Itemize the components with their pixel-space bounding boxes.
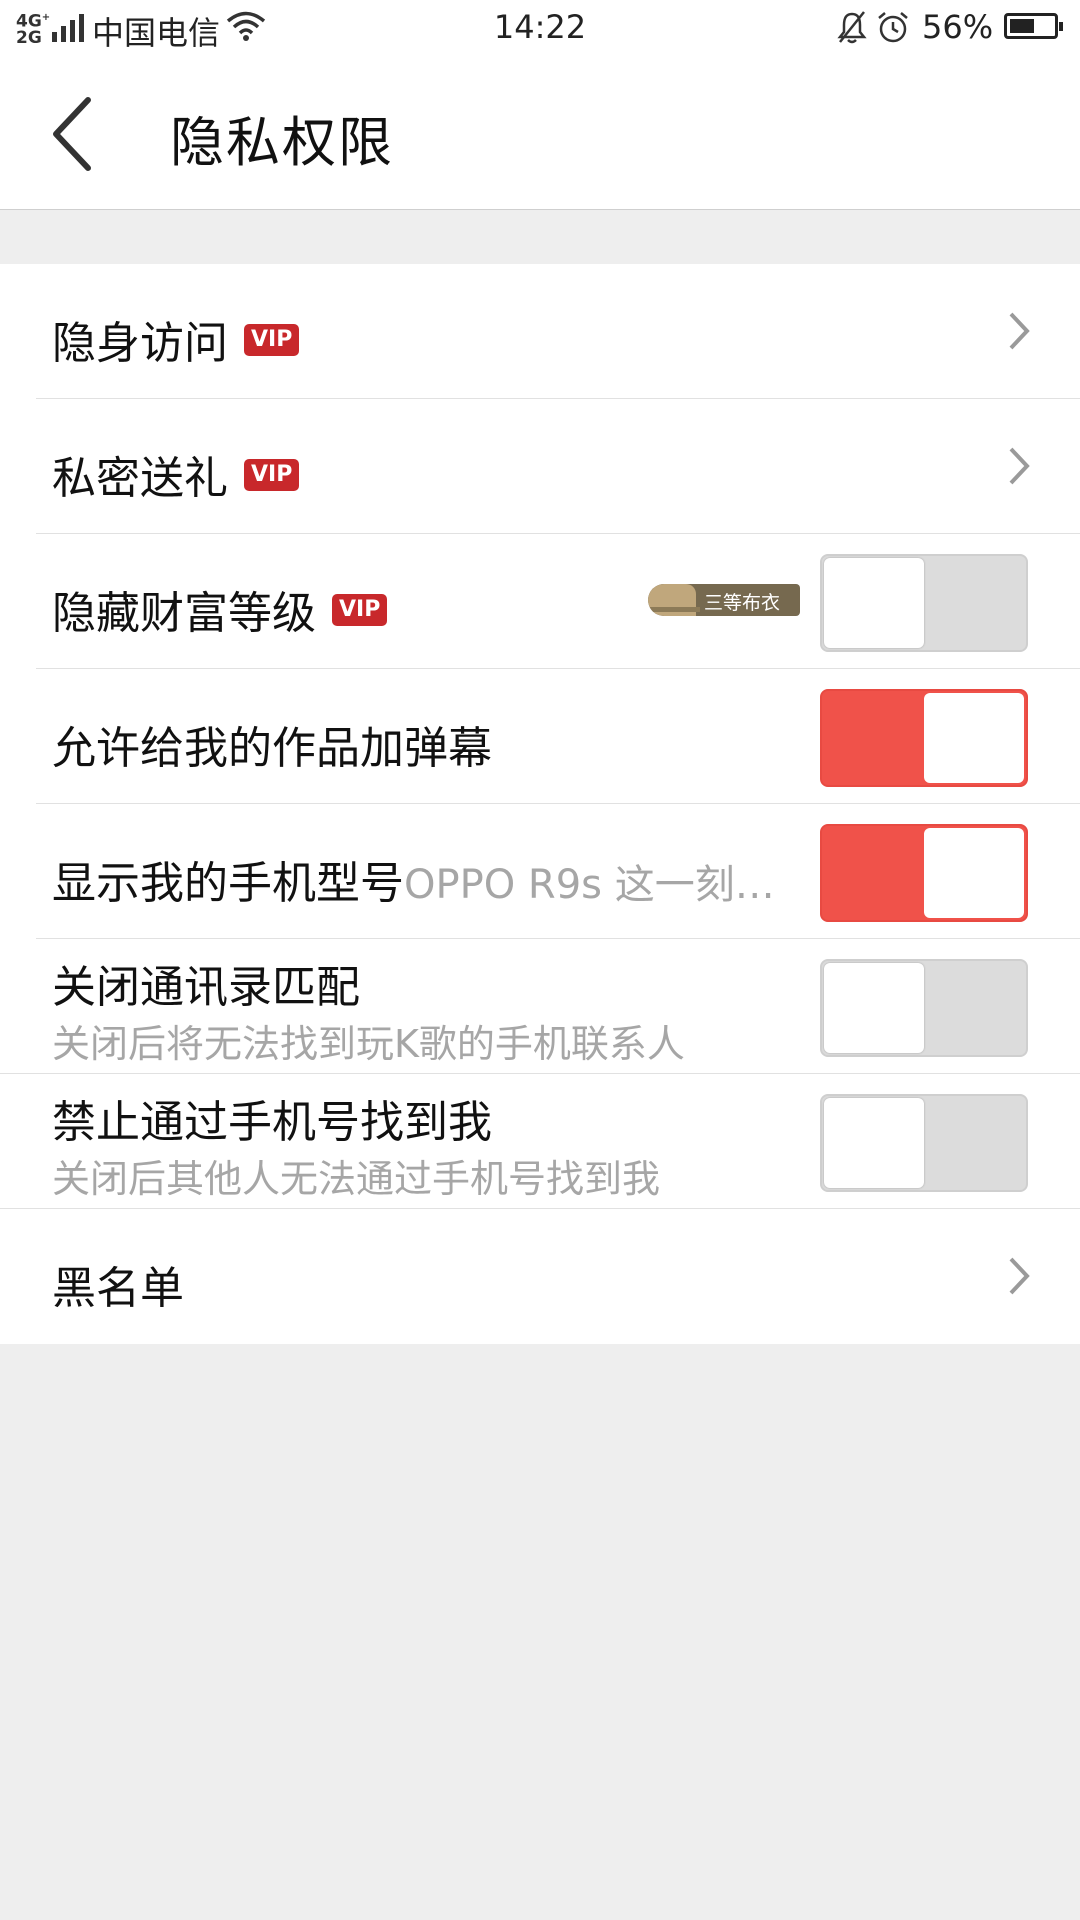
alarm-icon [878,12,908,43]
row-subtitle: 关闭后其他人无法通过手机号找到我 [52,1157,661,1201]
nav-bar: 隐私权限 [0,56,1080,210]
row-invisible-visit[interactable]: 隐身访问 VIP [0,264,1080,399]
page-title: 隐私权限 [170,111,394,174]
toggle-knob [824,1098,924,1188]
row-title: 允许给我的作品加弹幕 [52,723,492,774]
row-title: 私密送礼 VIP [52,442,300,506]
row-title: 隐藏财富等级 VIP [52,577,388,641]
row-title: 关闭通讯录匹配 [52,962,360,1013]
forbid-find-by-phone-toggle[interactable] [820,1094,1028,1192]
row-private-gift[interactable]: 私密送礼 VIP [0,399,1080,534]
chevron-left-icon [53,97,91,171]
clock: 14:22 [493,8,587,46]
row-subtitle: 关闭后将无法找到玩K歌的手机联系人 [52,1022,685,1066]
back-button[interactable] [38,92,118,176]
hat-icon [648,584,700,616]
wealth-level-badge: 三等布衣 [648,584,800,616]
allow-danmaku-toggle[interactable] [820,689,1028,787]
row-allow-danmaku: 允许给我的作品加弹幕 [0,669,1080,804]
row-forbid-find-by-phone: 禁止通过手机号找到我 关闭后其他人无法通过手机号找到我 [0,1074,1080,1209]
wealth-level-label: 三等布衣 [704,592,781,614]
show-phone-model-toggle[interactable] [820,824,1028,922]
chevron-right-icon [1009,312,1030,350]
row-contacts-matching: 关闭通讯录匹配 关闭后将无法找到玩K歌的手机联系人 [0,939,1080,1074]
battery-icon [1004,13,1063,39]
row-title: 黑名单 [52,1263,184,1314]
vip-badge: VIP [244,459,300,491]
row-title: 隐身访问 VIP [52,307,300,371]
row-title: 禁止通过手机号找到我 [52,1097,492,1148]
bell-muted-icon [837,11,867,44]
vip-badge: VIP [332,594,388,626]
battery-percent: 56% [922,8,994,46]
chevron-right-icon [1009,1257,1030,1295]
toggle-knob [924,828,1024,918]
privacy-settings-list: 隐身访问 VIP 私密送礼 VIP 隐藏财富等级 VIP 三等布衣 允许给我的作品加弹… [0,264,1080,1344]
contacts-matching-toggle[interactable] [820,959,1028,1057]
status-bar: 4G+ 2G 中国电信 14:22 56% [0,0,1080,56]
row-hide-wealth-level: 隐藏财富等级 VIP 三等布衣 [0,534,1080,669]
toggle-knob [824,963,924,1053]
row-blacklist[interactable]: 黑名单 [0,1209,1080,1344]
row-show-phone-model: 显示我的手机型号OPPO R9s 这一刻… [0,804,1080,939]
row-title: 显示我的手机型号OPPO R9s 这一刻… [52,858,775,909]
phone-model-label: OPPO R9s 这一刻… [404,862,775,908]
chevron-right-icon [1009,447,1030,485]
vip-badge: VIP [244,324,300,356]
toggle-knob [924,693,1024,783]
hide-wealth-toggle[interactable] [820,554,1028,652]
toggle-knob [824,558,924,648]
